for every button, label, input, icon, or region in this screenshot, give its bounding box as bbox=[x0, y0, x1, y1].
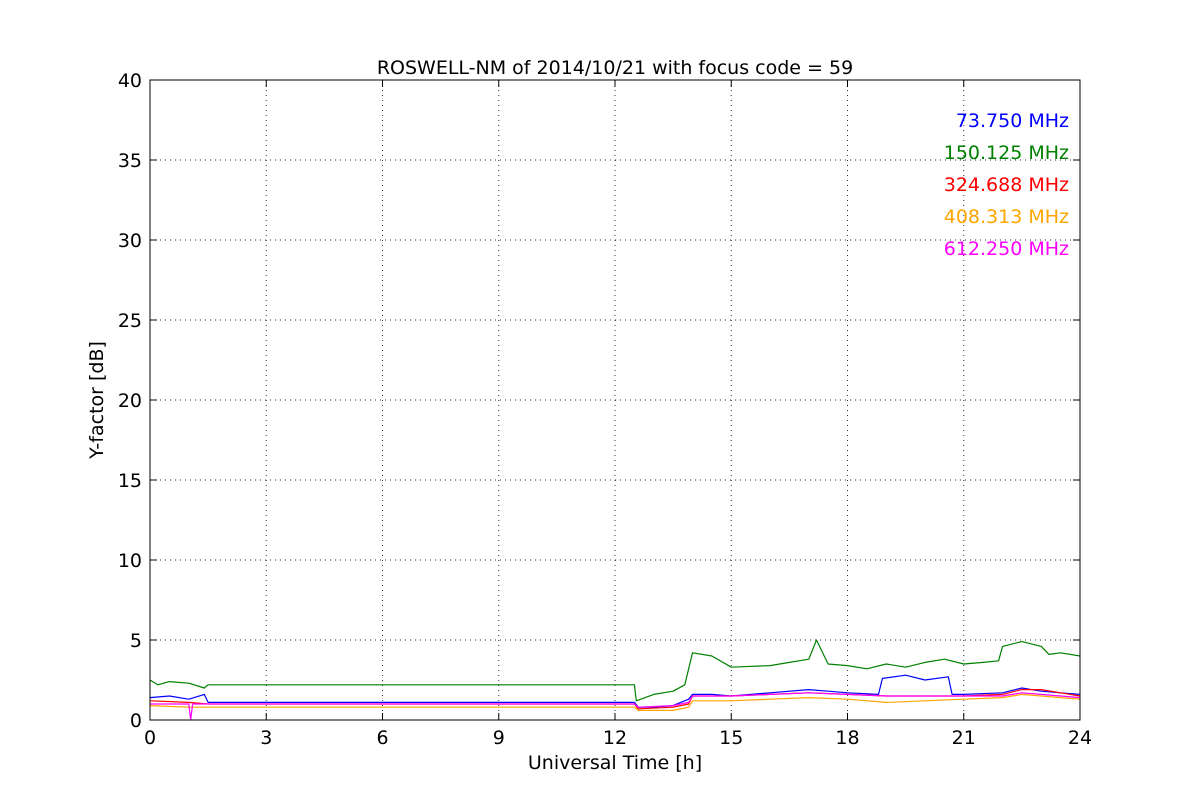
y-tick-label: 30 bbox=[118, 230, 142, 252]
ticks: 0 3 6 9 12 15 18 21 24 0 5 10 15 20 25 30 35 40 bbox=[118, 70, 1092, 749]
x-tick-label: 12 bbox=[603, 727, 627, 749]
x-tick-label: 3 bbox=[260, 727, 272, 749]
x-tick-label: 0 bbox=[144, 727, 156, 749]
y-tick-label: 25 bbox=[118, 310, 142, 332]
chart-title: ROSWELL-NM of 2014/10/21 with focus code… bbox=[377, 57, 853, 79]
legend-entry-3: 408.313 MHz bbox=[944, 206, 1069, 228]
legend-entry-4: 612.250 MHz bbox=[944, 238, 1069, 260]
y-tick-label: 15 bbox=[118, 470, 142, 492]
x-axis-title: Universal Time [h] bbox=[528, 752, 702, 774]
x-tick-label: 21 bbox=[952, 727, 976, 749]
x-tick-label: 9 bbox=[493, 727, 505, 749]
y-tick-label: 10 bbox=[118, 550, 142, 572]
y-tick-label: 40 bbox=[118, 70, 142, 92]
grid bbox=[150, 80, 1080, 720]
legend-entry-1: 150.125 MHz bbox=[944, 142, 1069, 164]
x-tick-label: 24 bbox=[1068, 727, 1092, 749]
x-tick-label: 6 bbox=[376, 727, 388, 749]
y-tick-label: 20 bbox=[118, 390, 142, 412]
y-tick-label: 5 bbox=[130, 630, 142, 652]
x-tick-label: 18 bbox=[835, 727, 859, 749]
x-tick-label: 15 bbox=[719, 727, 743, 749]
legend-entry-2: 324.688 MHz bbox=[944, 174, 1069, 196]
legend-entry-0: 73.750 MHz bbox=[956, 110, 1069, 132]
legend: 73.750 MHz 150.125 MHz 324.688 MHz 408.313 … bbox=[944, 110, 1069, 260]
chart: 0 3 6 9 12 15 18 21 24 0 5 10 15 20 25 30 35 40 ROSWELL-N… bbox=[86, 57, 1092, 774]
y-tick-label: 35 bbox=[118, 150, 142, 172]
y-tick-label: 0 bbox=[130, 710, 142, 732]
y-axis-title: Y-factor [dB] bbox=[86, 341, 108, 460]
